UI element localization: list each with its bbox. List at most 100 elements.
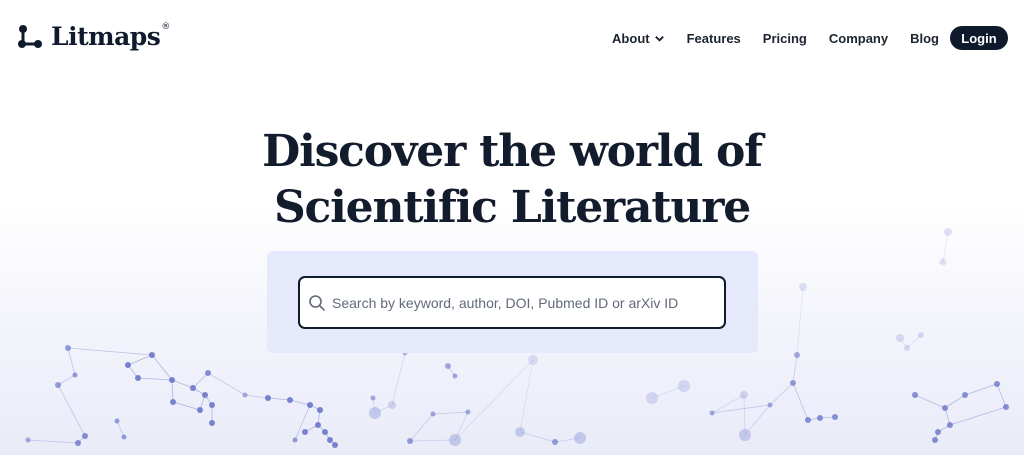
brand-logo[interactable]: Litmaps ® bbox=[15, 20, 170, 52]
search-input[interactable] bbox=[332, 294, 712, 311]
network-edge bbox=[769, 382, 794, 406]
network-edge bbox=[906, 334, 922, 349]
network-edge bbox=[454, 359, 534, 441]
search-box[interactable] bbox=[298, 276, 726, 329]
network-node bbox=[896, 334, 904, 342]
network-edge bbox=[199, 394, 206, 411]
network-edge bbox=[151, 354, 173, 381]
network-node bbox=[452, 373, 458, 379]
network-edge bbox=[57, 374, 76, 386]
network-node bbox=[449, 434, 461, 446]
nav-item-about-label: About bbox=[612, 30, 650, 46]
network-node bbox=[169, 377, 175, 383]
network-edge bbox=[304, 424, 319, 433]
network-node bbox=[25, 437, 31, 443]
registered-mark: ® bbox=[161, 21, 171, 32]
network-node bbox=[528, 355, 538, 365]
network-node bbox=[709, 410, 715, 416]
brand-name: Litmaps bbox=[51, 21, 161, 51]
network-edge bbox=[519, 431, 556, 443]
network-node bbox=[209, 402, 215, 408]
network-node bbox=[317, 407, 323, 413]
network-node bbox=[794, 352, 800, 358]
network-edge bbox=[267, 397, 291, 401]
network-edge bbox=[409, 413, 434, 442]
network-edge bbox=[116, 420, 125, 438]
network-node bbox=[327, 437, 333, 443]
network-node bbox=[739, 429, 751, 441]
network-node bbox=[465, 409, 471, 415]
network-edge bbox=[137, 377, 173, 381]
network-edge bbox=[996, 383, 1007, 408]
network-edge bbox=[317, 409, 321, 426]
network-node bbox=[947, 422, 953, 428]
main-nav: About Features Pricing Company Blog Logi… bbox=[612, 26, 1008, 50]
network-node bbox=[935, 429, 941, 435]
network-edge bbox=[77, 435, 86, 444]
network-node bbox=[994, 381, 1000, 387]
network-node bbox=[962, 392, 968, 398]
network-node bbox=[121, 434, 127, 440]
network-node bbox=[170, 399, 176, 405]
network-edge bbox=[792, 382, 809, 421]
network-node bbox=[646, 392, 658, 404]
nav-item-company[interactable]: Company bbox=[829, 31, 888, 46]
network-node bbox=[1003, 404, 1009, 410]
network-node bbox=[292, 437, 298, 443]
network-edge bbox=[807, 417, 821, 421]
network-node bbox=[65, 345, 71, 351]
network-node bbox=[370, 395, 376, 401]
network-edge bbox=[743, 394, 746, 436]
login-button[interactable]: Login bbox=[950, 26, 1008, 50]
nav-item-pricing[interactable]: Pricing bbox=[763, 31, 807, 46]
hero-title-line-2: Scientific Literature bbox=[273, 182, 751, 233]
network-edge bbox=[192, 372, 209, 389]
network-node bbox=[205, 370, 211, 376]
network-node bbox=[932, 437, 938, 443]
hero-title: Discover the world of Scientific Literat… bbox=[0, 124, 1024, 236]
network-node bbox=[135, 375, 141, 381]
nav-item-features[interactable]: Features bbox=[687, 31, 741, 46]
litmaps-network-logo-icon bbox=[18, 25, 42, 48]
network-node bbox=[75, 440, 81, 446]
network-edge bbox=[192, 387, 206, 396]
network-node bbox=[302, 429, 308, 435]
network-node bbox=[407, 438, 413, 444]
hero-title-line-1: Discover the world of bbox=[262, 126, 763, 177]
network-node bbox=[190, 385, 196, 391]
network-edge bbox=[27, 439, 79, 444]
network-edge bbox=[244, 394, 269, 399]
network-edge bbox=[964, 383, 998, 396]
network-node bbox=[939, 258, 947, 266]
network-node bbox=[904, 345, 910, 351]
network-node bbox=[197, 407, 203, 413]
network-node bbox=[817, 415, 823, 421]
network-node bbox=[114, 418, 120, 424]
network-node bbox=[307, 402, 313, 408]
network-edge bbox=[744, 404, 771, 436]
network-node bbox=[369, 407, 381, 419]
network-node bbox=[242, 392, 248, 398]
network-node bbox=[265, 395, 271, 401]
network-node bbox=[790, 380, 796, 386]
network-edge bbox=[454, 411, 469, 441]
network-edge bbox=[372, 397, 376, 414]
network-edge bbox=[554, 437, 581, 443]
nav-item-about[interactable]: About bbox=[612, 31, 665, 46]
network-node bbox=[202, 392, 208, 398]
network-edge bbox=[67, 347, 153, 356]
network-node bbox=[552, 439, 558, 445]
nav-item-blog[interactable]: Blog bbox=[910, 31, 939, 46]
network-edge bbox=[324, 431, 331, 441]
network-node bbox=[287, 397, 293, 403]
network-edge bbox=[289, 399, 311, 406]
network-edge bbox=[651, 385, 685, 399]
network-node bbox=[912, 392, 918, 398]
network-node bbox=[445, 363, 451, 369]
chevron-down-icon bbox=[654, 35, 664, 42]
network-edge bbox=[374, 404, 393, 414]
network-edge bbox=[67, 347, 76, 376]
network-node bbox=[767, 402, 773, 408]
network-edge bbox=[796, 286, 804, 356]
network-edge bbox=[204, 394, 213, 406]
